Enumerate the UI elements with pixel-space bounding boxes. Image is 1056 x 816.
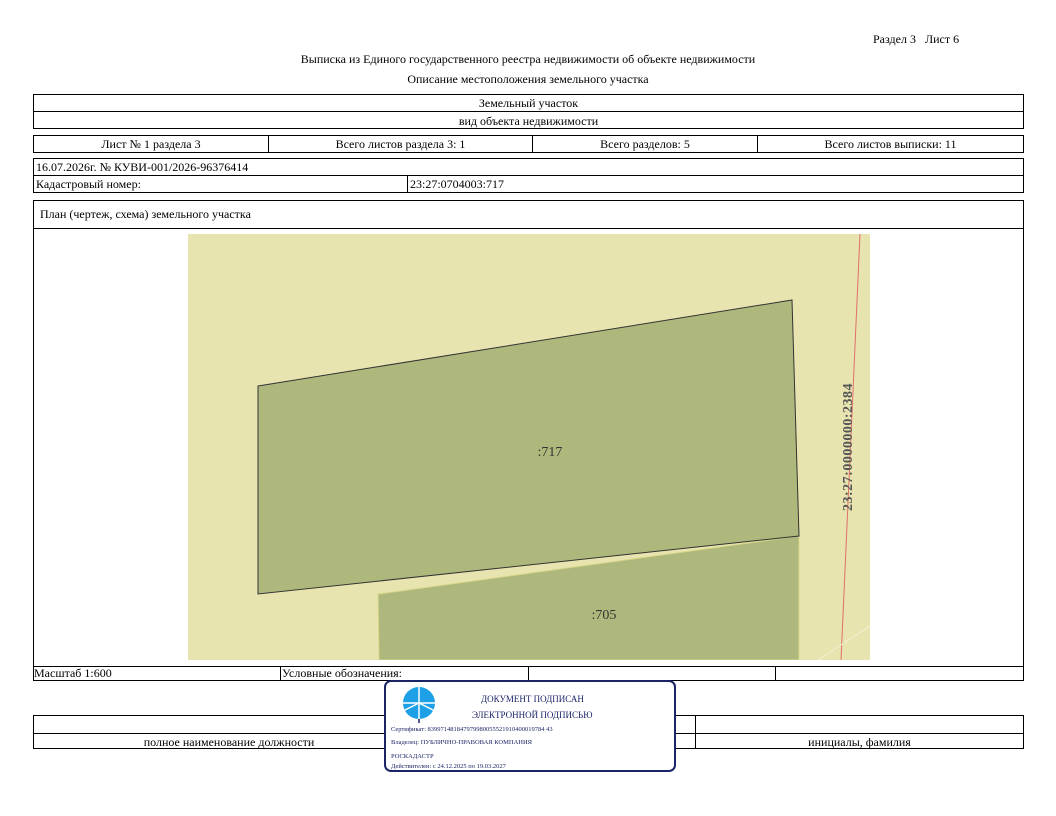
document-subtitle: Описание местоположения земельного участ… [407,72,649,86]
stamp-certificate: Сертификат: 8399714818479799800555219104… [391,726,553,733]
parcel-717-label: :717 [537,445,563,460]
stamp-line2: ЭЛЕКТРОННОЙ ПОДПИСЬЮ [472,710,593,720]
roskadastr-emblem-icon [402,687,436,723]
cadastral-label: Кадастровый номер: [36,177,141,191]
stamp-owner-2: РОСКАДАСТР [391,753,434,760]
stamp-owner: Владелец: ПУБЛИЧНО-ПРАВОВАЯ КОМПАНИЯ [391,739,532,746]
name-caption: инициалы, фамилия [808,735,911,749]
info-box: 16.07.2026г. № КУВИ-001/2026-96376414 Ка… [33,158,1024,193]
electronic-signature-stamp: ДОКУМЕНТ ПОДПИСАН ЭЛЕКТРОННОЙ ПОДПИСЬЮ С… [384,680,676,772]
cadastral-value: 23:27:0704003:717 [410,177,505,191]
stamp-line1: ДОКУМЕНТ ПОДПИСАН [481,694,584,704]
date-number: 16.07.2026г. № КУВИ-001/2026-96376414 [36,160,249,174]
total-sheets-extract: Всего листов выписки: 11 [824,137,957,151]
plan-title: План (чертеж, схема) земельного участка [40,207,251,221]
object-type-box: Земельный участок вид объекта недвижимос… [33,94,1024,129]
parcel-705-label: :705 [591,608,617,623]
document-title: Выписка из Единого государственного реес… [300,52,756,66]
object-type-value: Земельный участок [478,96,579,110]
legend-row: Масштаб 1:600 Условные обозначения: [33,666,1024,681]
section-sheet-label: Раздел 3 Лист 6 [873,32,960,46]
road-parcel-label: 23:27:0000000:2384 [841,383,856,511]
scale-label: Масштаб 1:600 [34,667,112,680]
object-type-caption: вид объекта недвижимости [458,114,599,128]
symbols-label: Условные обозначения: [282,667,403,680]
sheet-number: Лист № 1 раздела 3 [101,137,201,151]
total-sheets-section: Всего листов раздела 3: 1 [335,137,466,151]
sheets-row: Лист № 1 раздела 3 Всего листов раздела … [33,135,1024,153]
total-sections: Всего разделов: 5 [600,137,690,151]
position-caption: полное наименование должности [143,735,315,749]
stamp-valid: Действителен: с 24.12.2025 по 19.03.2027 [391,763,506,770]
